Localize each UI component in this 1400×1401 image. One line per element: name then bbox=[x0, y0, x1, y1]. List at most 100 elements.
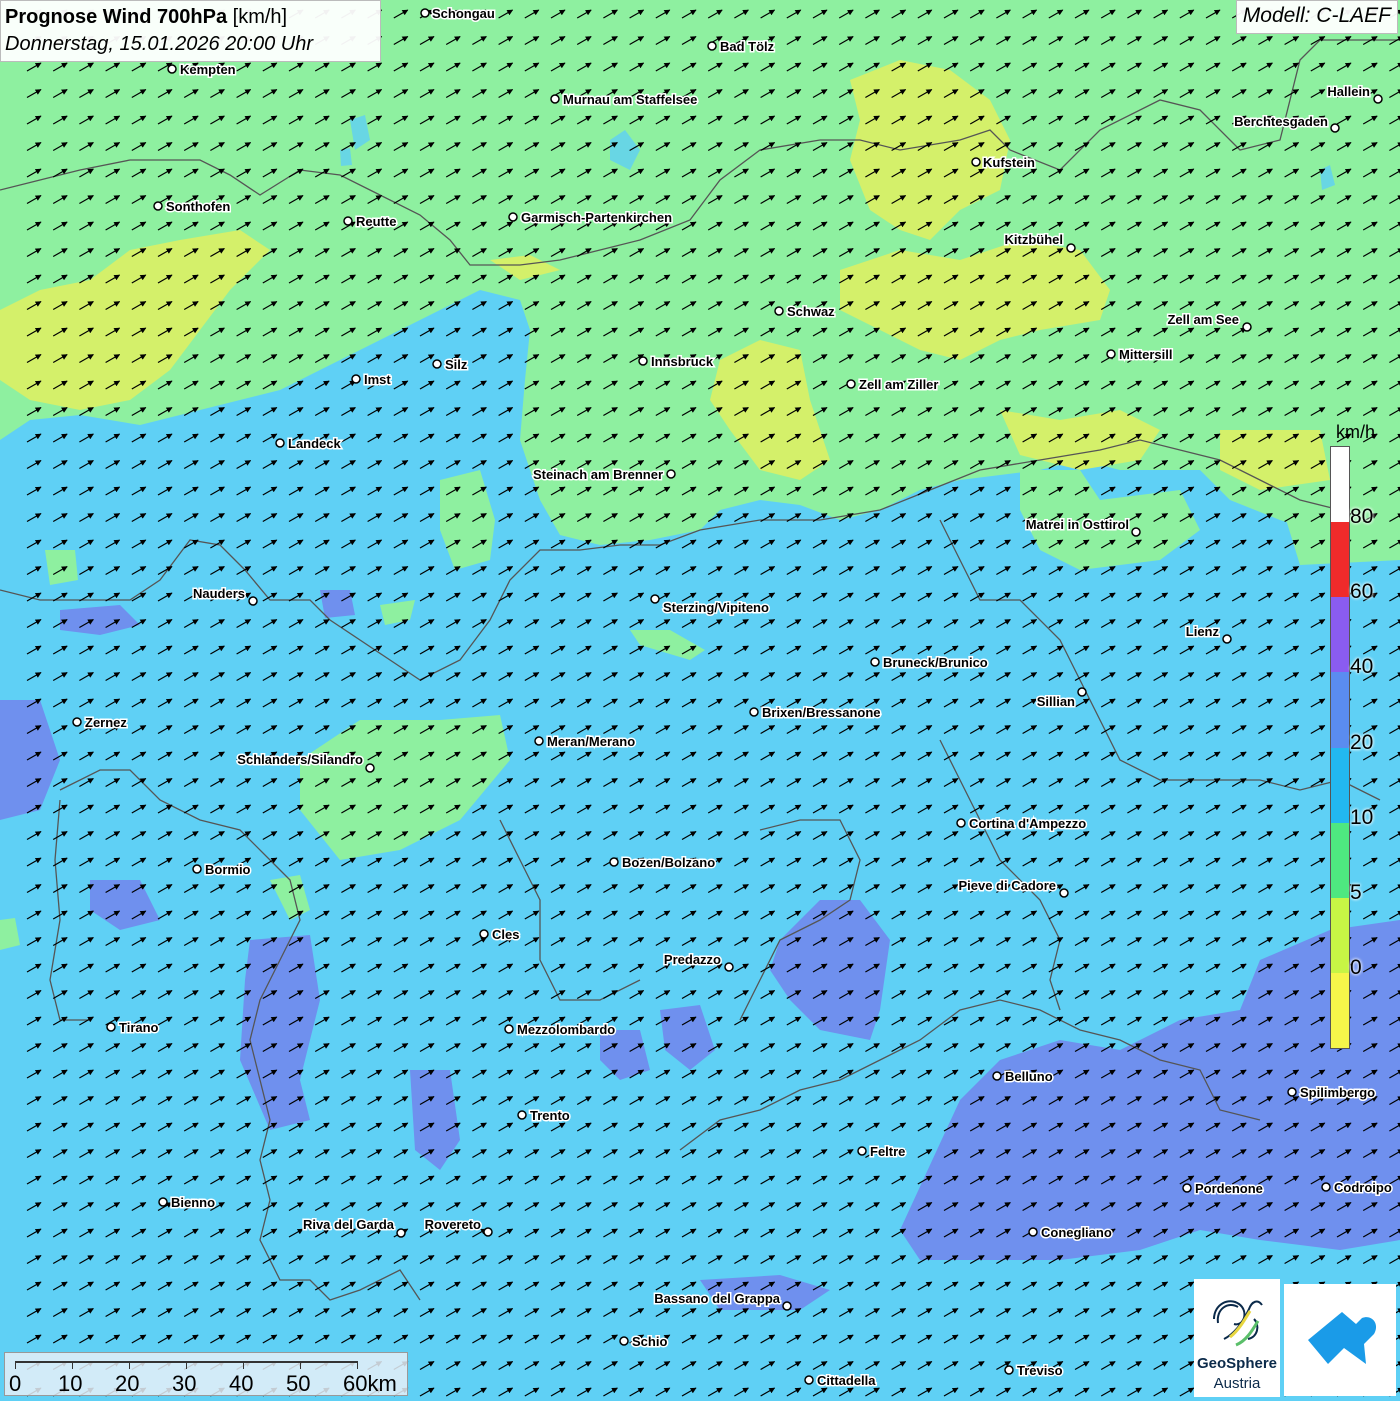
city-marker bbox=[1066, 243, 1076, 253]
city-marker bbox=[1222, 634, 1232, 644]
geosphere-emblem-icon bbox=[1213, 1300, 1263, 1347]
city-marker bbox=[971, 157, 981, 167]
city-label: Mezzolombardo bbox=[517, 1022, 615, 1037]
city-marker bbox=[638, 356, 648, 366]
city-label: Sterzing/Vipiteno bbox=[663, 600, 769, 615]
model-label: Modell: C-LAEF bbox=[1235, 0, 1398, 34]
legend-segment bbox=[1331, 972, 1349, 1048]
city-marker bbox=[1059, 888, 1069, 898]
city-label: Bormio bbox=[205, 862, 251, 877]
city-marker bbox=[192, 864, 202, 874]
city-marker bbox=[517, 1110, 527, 1120]
city-marker bbox=[420, 8, 430, 18]
city-label: Imst bbox=[364, 372, 391, 387]
page-title: Prognose Wind 700hPa [km/h] bbox=[5, 4, 376, 31]
city-label: Conegliano bbox=[1041, 1225, 1112, 1240]
city-marker bbox=[72, 717, 82, 727]
city-marker bbox=[504, 1024, 514, 1034]
city-marker bbox=[804, 1375, 814, 1385]
city-marker bbox=[619, 1336, 629, 1346]
city-marker bbox=[343, 216, 353, 226]
city-label: Nauders bbox=[193, 586, 245, 601]
city-marker bbox=[650, 594, 660, 604]
legend-tick-label: 0 bbox=[1350, 955, 1362, 979]
city-marker bbox=[351, 374, 361, 384]
city-marker bbox=[1373, 94, 1383, 104]
city-label: Kitzbühel bbox=[1005, 232, 1064, 247]
legend-tick-label: 60 bbox=[1350, 580, 1374, 604]
city-marker bbox=[609, 857, 619, 867]
city-marker bbox=[857, 1146, 867, 1156]
scale-tick bbox=[72, 1361, 73, 1369]
geosphere-country: Austria bbox=[1213, 1375, 1261, 1392]
city-marker bbox=[992, 1071, 1002, 1081]
city-label: Sonthofen bbox=[166, 199, 230, 214]
city-marker bbox=[1077, 687, 1087, 697]
city-marker bbox=[782, 1301, 792, 1311]
city-label: Brixen/Bressanone bbox=[762, 705, 881, 720]
scale-label: 50 bbox=[286, 1371, 311, 1396]
legend-segment bbox=[1331, 822, 1349, 898]
scale-label: 40 bbox=[229, 1371, 254, 1396]
city-label: Cles bbox=[492, 927, 519, 942]
city-label: Sillian bbox=[1037, 694, 1075, 709]
city-label: Cittadella bbox=[817, 1373, 876, 1388]
city-marker bbox=[479, 929, 489, 939]
city-label: Steinach am Brenner bbox=[533, 467, 663, 482]
scale-label: 0 bbox=[9, 1371, 22, 1396]
city-marker bbox=[508, 212, 518, 222]
scale-tick bbox=[15, 1361, 16, 1369]
city-label: Schongau bbox=[432, 6, 495, 21]
city-marker bbox=[158, 1197, 168, 1207]
city-label: Schwaz bbox=[787, 304, 835, 319]
geosphere-logo: GeoSphere Austria bbox=[1194, 1279, 1280, 1397]
city-label: Landeck bbox=[288, 436, 342, 451]
legend-segment bbox=[1331, 522, 1349, 598]
legend-segment bbox=[1331, 447, 1349, 523]
legend-tick-label: 20 bbox=[1350, 730, 1374, 754]
city-label: Rovereto bbox=[425, 1217, 481, 1232]
scale-tick bbox=[243, 1361, 244, 1369]
title-bold: Prognose Wind 700hPa bbox=[5, 6, 228, 28]
scale-tick bbox=[300, 1361, 301, 1369]
city-marker bbox=[248, 596, 258, 606]
legend-bar bbox=[1330, 446, 1350, 1049]
city-label: Kufstein bbox=[983, 155, 1035, 170]
city-label: Schio bbox=[632, 1334, 667, 1349]
city-label: Tirano bbox=[119, 1020, 159, 1035]
city-label: Cortina d'Ampezzo bbox=[969, 816, 1086, 831]
scale-label: 60km bbox=[343, 1371, 397, 1396]
city-label: Bassano del Grappa bbox=[654, 1291, 780, 1306]
scale-bar: 0 10 20 30 40 50 60km bbox=[4, 1352, 408, 1396]
cloud-arrow-icon bbox=[1308, 1312, 1377, 1364]
city-label: Berchtesgaden bbox=[1234, 114, 1328, 129]
legend-segment bbox=[1331, 672, 1349, 748]
title-unit: [km/h] bbox=[232, 6, 288, 28]
legend-tick-label: 40 bbox=[1350, 655, 1374, 679]
scale-label: 30 bbox=[172, 1371, 197, 1396]
color-legend: km/h 80 60 40 20 10 5 0 bbox=[1328, 420, 1386, 1052]
scale-tick bbox=[186, 1361, 187, 1369]
city-marker bbox=[724, 962, 734, 972]
legend-tick-label: 10 bbox=[1350, 805, 1374, 829]
city-marker bbox=[167, 64, 177, 74]
city-label: Innsbruck bbox=[651, 354, 714, 369]
city-marker bbox=[1028, 1227, 1038, 1237]
legend-segment bbox=[1331, 747, 1349, 823]
city-label: Murnau am Staffelsee bbox=[563, 92, 697, 107]
city-label: Belluno bbox=[1005, 1069, 1053, 1084]
city-label: Zernez bbox=[85, 715, 127, 730]
city-marker bbox=[870, 657, 880, 667]
city-label: Zell am See bbox=[1167, 312, 1239, 327]
scale-tick bbox=[357, 1361, 358, 1369]
city-marker bbox=[774, 306, 784, 316]
city-label: Garmisch-Partenkirchen bbox=[521, 210, 672, 225]
forecast-time: Donnerstag, 15.01.2026 20:00 Uhr bbox=[5, 33, 313, 55]
city-marker bbox=[153, 201, 163, 211]
legend-segment bbox=[1331, 897, 1349, 973]
city-marker bbox=[534, 736, 544, 746]
city-label: Pordenone bbox=[1195, 1181, 1263, 1196]
legend-tick-label: 5 bbox=[1350, 880, 1362, 904]
city-label: Mittersill bbox=[1119, 347, 1172, 362]
wind-map: Schongau Bad Tölz Kempten Murnau am Staffel… bbox=[0, 0, 1400, 1400]
